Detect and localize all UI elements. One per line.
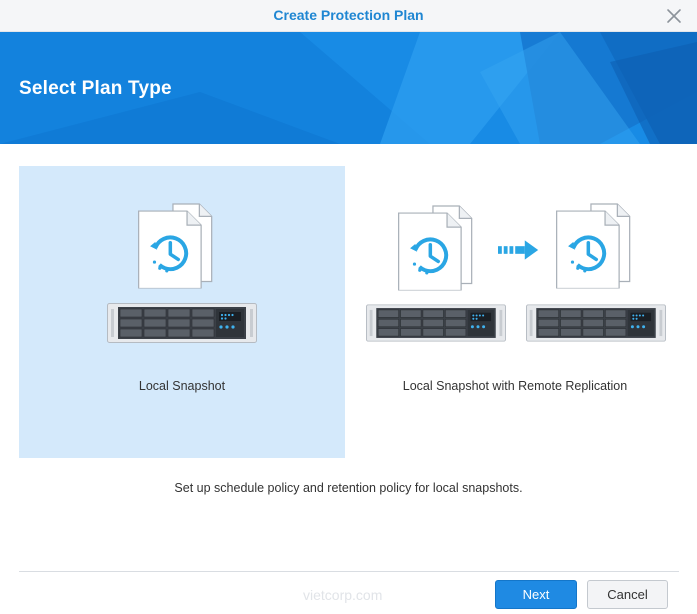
plan-option-label: Local Snapshot with Remote Replication	[402, 379, 628, 393]
plan-description: Set up schedule policy and retention pol…	[174, 481, 523, 495]
next-button[interactable]: Next	[495, 580, 577, 609]
replication-arrow-icon	[498, 240, 539, 260]
footer-divider	[19, 571, 679, 572]
plan-option-local-snapshot[interactable]: Local Snapshot	[19, 166, 345, 458]
dialog-titlebar: Create Protection Plan	[0, 0, 697, 32]
nas-server-icon	[106, 303, 258, 343]
watermark: vietcorp.com	[303, 587, 383, 603]
close-icon[interactable]	[665, 7, 683, 25]
plan-option-label: Local Snapshot	[138, 379, 226, 393]
snapshot-documents-icon	[554, 195, 642, 294]
banner-heading: Select Plan Type	[19, 78, 172, 99]
snapshot-documents-icon	[396, 197, 484, 296]
nas-server-icon	[526, 303, 666, 343]
nas-server-icon	[366, 303, 506, 343]
cancel-button[interactable]: Cancel	[587, 580, 668, 609]
plan-option-remote-replication[interactable]: Local Snapshot with Remote Replication	[352, 166, 678, 458]
dialog-title: Create Protection Plan	[273, 7, 424, 23]
header-banner: Select Plan Type	[0, 32, 697, 144]
snapshot-documents-icon	[136, 195, 224, 294]
